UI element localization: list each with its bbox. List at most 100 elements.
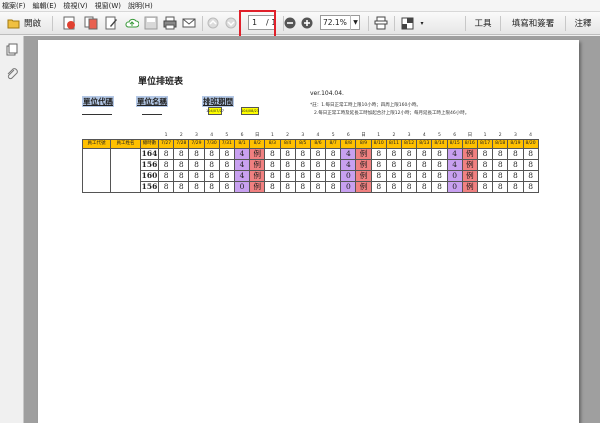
- weekday-number: 3: [513, 133, 517, 138]
- combine-files-icon: [84, 16, 98, 30]
- header-date: 8/5: [294, 139, 311, 149]
- header-date: 8/9: [355, 139, 372, 149]
- cloud-upload-icon: [125, 18, 139, 28]
- weekday-number: 日: [254, 133, 260, 138]
- shift-cell: 8: [279, 148, 296, 160]
- shift-cell: 8: [325, 170, 342, 182]
- weekday-number: 1: [483, 133, 487, 138]
- header-row: 員工代號 員工姓名 總時數 7/27 7/28 7/29 7/30 7/31 8/1 8/2 8/3…: [82, 139, 539, 149]
- zoom-dropdown-button[interactable]: ▼: [350, 15, 360, 30]
- shift-cell: 8: [492, 181, 509, 193]
- shift-cell: 例: [249, 170, 266, 182]
- shift-cell: 8: [385, 170, 403, 182]
- spacer-cell: [111, 132, 141, 140]
- shift-cell: 8: [279, 159, 296, 171]
- separator: [565, 16, 566, 31]
- menu-help[interactable]: 說明(H): [128, 1, 153, 11]
- shift-cell: 0: [340, 170, 357, 182]
- zoom-out-button[interactable]: [283, 15, 297, 31]
- edit-button[interactable]: [103, 15, 119, 31]
- separator: [202, 16, 203, 31]
- shift-cell: 8: [370, 170, 387, 182]
- zoom-in-button[interactable]: [300, 15, 314, 31]
- print-icon: [163, 16, 177, 30]
- shift-cell: 8: [309, 181, 327, 193]
- shift-cell: 8: [492, 148, 509, 160]
- email-button[interactable]: [181, 15, 197, 31]
- shift-cell: 8: [400, 148, 418, 160]
- weekday-number: 4: [529, 133, 533, 138]
- shift-cell: 8: [279, 181, 296, 193]
- shift-cell: 4: [340, 148, 357, 160]
- prev-page-button[interactable]: [206, 15, 220, 31]
- shift-cell: 8: [431, 159, 448, 171]
- fill-sign-button[interactable]: 填寫和簽署: [503, 15, 563, 31]
- print-button[interactable]: [162, 15, 178, 31]
- combine-button[interactable]: [83, 15, 99, 31]
- shift-cell: 例: [461, 159, 478, 171]
- weekday-row: 1 2 3 4 5 6 日 1 2 3 4 5 6 日 1 2 3 4 5 6 日 1 2 3 4: [83, 132, 539, 140]
- shift-cell: 8: [218, 181, 235, 193]
- next-page-button[interactable]: [224, 15, 238, 31]
- shift-cell: 8: [416, 148, 433, 160]
- menu-edit[interactable]: 編輯(E): [33, 1, 57, 11]
- shift-cell: 8: [431, 181, 448, 193]
- spacer-cell: [83, 132, 111, 140]
- shift-cell: 8: [203, 170, 220, 182]
- shift-cell: 8: [416, 159, 433, 171]
- menu-view[interactable]: 檢視(V): [63, 1, 87, 11]
- weekday-number: 3: [195, 133, 198, 138]
- open-button[interactable]: 開啟: [4, 15, 44, 31]
- zoom-in-icon: [301, 17, 313, 29]
- shift-cell: 8: [264, 159, 281, 171]
- shift-cell: 例: [355, 159, 372, 171]
- shift-cell: 例: [355, 170, 372, 182]
- header-employee-name: 員工姓名: [110, 139, 141, 149]
- menu-file[interactable]: 檔案(F): [2, 1, 26, 11]
- weekday-number: 1: [377, 133, 381, 138]
- shift-cell: 8: [522, 181, 539, 193]
- menu-window[interactable]: 視窗(W): [95, 1, 121, 11]
- weekday-number: 日: [361, 133, 366, 138]
- tools-button[interactable]: 工具: [468, 15, 498, 31]
- read-mode-button[interactable]: [400, 15, 414, 31]
- shift-cell: 8: [522, 170, 539, 182]
- create-button[interactable]: [61, 15, 77, 31]
- arrow-down-icon: [225, 17, 237, 29]
- header-date: 8/15: [446, 139, 463, 149]
- header-date: 8/11: [385, 139, 403, 149]
- weekday-number: 2: [498, 133, 502, 138]
- spacer-cell: [141, 132, 159, 140]
- shift-cell: 8: [370, 181, 387, 193]
- total-hours-cell: 156: [140, 159, 159, 171]
- attachments-button[interactable]: [5, 66, 19, 80]
- shift-cell: 8: [218, 148, 235, 160]
- fit-page-button[interactable]: [373, 15, 389, 31]
- shift-cell: 例: [355, 148, 372, 160]
- save-button[interactable]: [143, 15, 159, 31]
- comment-button[interactable]: 注釋: [568, 15, 598, 31]
- shift-cell: 8: [218, 170, 235, 182]
- document-viewport[interactable]: 單位排班表 單位代碼 單位名稱 排班期間 104/07/27 104/08/23…: [24, 36, 600, 423]
- separator: [500, 16, 501, 31]
- shift-cell: 8: [492, 159, 509, 171]
- separator: [465, 16, 466, 31]
- table-row: 156 8 8 8 8 8 4 例 8 8 8 8 8 4 例 8 8 8 8 8 4 例 8 8 8 8: [83, 159, 539, 171]
- toolbar-options-button[interactable]: ▾: [418, 15, 426, 31]
- header-date: 7/29: [188, 139, 205, 149]
- shift-cell: 8: [325, 159, 342, 171]
- shift-cell: 8: [400, 181, 418, 193]
- weekday-number: 1: [270, 133, 274, 138]
- total-hours-cell: 156: [140, 181, 159, 193]
- shift-cell: 0: [340, 181, 357, 193]
- shift-cell: 8: [416, 170, 433, 182]
- page-thumbnails-button[interactable]: [5, 42, 19, 56]
- shift-cell: 8: [522, 148, 539, 160]
- shift-cell: 例: [461, 170, 478, 182]
- cloud-button[interactable]: [124, 15, 140, 31]
- email-icon: [182, 18, 196, 28]
- shift-cell: 0: [446, 181, 463, 193]
- weekday-number: 2: [286, 133, 290, 138]
- separator: [368, 16, 369, 31]
- period-end-field: 104/08/23: [241, 107, 259, 115]
